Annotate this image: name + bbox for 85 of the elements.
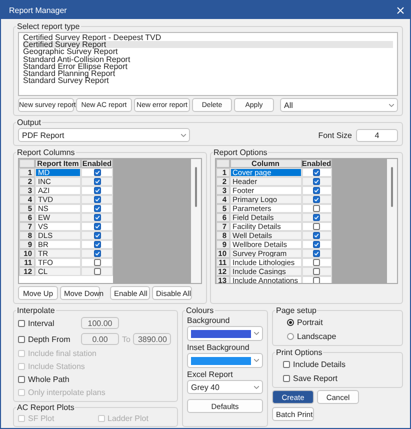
list-item[interactable]: Standard Planning Report [23, 70, 393, 78]
checkbox[interactable] [94, 259, 100, 266]
font-size-label: Font Size [318, 130, 352, 140]
checkbox[interactable] [18, 320, 25, 326]
checkbox-label: Only interpolate plans [28, 388, 106, 397]
output-dropdown[interactable]: PDF Report [18, 128, 190, 142]
group-label: Print Options [275, 348, 324, 357]
checkbox[interactable] [94, 187, 100, 194]
close-icon[interactable] [397, 6, 404, 14]
checkbox-label: Include Stations [28, 362, 85, 371]
checkbox[interactable] [94, 169, 100, 176]
radio-label: Portrait [297, 318, 323, 326]
checkbox-label: Save Report [293, 374, 338, 382]
group-label: Report Options [212, 148, 268, 157]
checkbox[interactable] [18, 376, 25, 383]
list-item[interactable]: Standard Anti-Collision Report [23, 56, 393, 63]
list-item[interactable]: Standard Survey Report [23, 77, 393, 84]
field-label: Excel Report [187, 370, 234, 379]
checkbox[interactable] [313, 232, 320, 239]
group-label: Report Columns [16, 148, 76, 157]
group-label: Interpolate [16, 306, 56, 315]
checkbox[interactable] [313, 169, 320, 176]
caret-icon [181, 134, 186, 136]
checkbox[interactable] [94, 205, 100, 212]
checkbox[interactable] [313, 241, 320, 248]
group-label: Output [16, 118, 42, 127]
checkbox[interactable] [94, 178, 100, 185]
interval-field[interactable]: 100.00 [81, 317, 119, 329]
window-title: Report Manager [9, 6, 67, 14]
list-item[interactable]: Certified Survey Report [23, 41, 393, 48]
radio-button[interactable] [287, 318, 294, 326]
caret-icon [254, 359, 259, 362]
checkbox[interactable] [313, 250, 320, 257]
checkbox-label: Interval [28, 318, 54, 328]
colour-dropdown[interactable] [187, 326, 263, 341]
checkbox[interactable] [313, 223, 320, 230]
checkbox[interactable] [313, 196, 320, 203]
scrollbar[interactable] [387, 159, 397, 283]
checkbox[interactable] [94, 196, 100, 203]
scrollbar[interactable] [190, 159, 200, 283]
checkbox[interactable] [94, 241, 100, 248]
font-size-field[interactable]: 4 [356, 128, 398, 142]
depth-from-field[interactable]: 0.00 [81, 333, 119, 345]
checkbox-label: Include Details [293, 360, 346, 368]
checkbox-label: Depth From [28, 334, 70, 344]
caret-icon [389, 104, 394, 106]
checkbox-label: Ladder Plot [108, 414, 148, 422]
checkbox[interactable] [94, 232, 100, 239]
field-label: Inset Background [187, 343, 250, 352]
checkbox[interactable] [313, 214, 320, 221]
checkbox-label: SF Plot [28, 414, 54, 422]
to-label: To [122, 334, 130, 344]
checkbox[interactable] [313, 187, 320, 194]
checkbox-label: Whole Path [28, 375, 70, 384]
checkbox[interactable] [313, 205, 320, 212]
group-label: Colours [185, 306, 215, 315]
group-label: AC Report Plots [16, 403, 76, 412]
grid-corner [19, 159, 35, 168]
checkbox[interactable] [94, 268, 100, 275]
checkbox[interactable] [313, 268, 320, 275]
checkbox[interactable] [313, 277, 320, 283]
checkbox-label: Include final station [28, 349, 96, 358]
group-label: Select report type [16, 22, 81, 31]
radio-label: Landscape [297, 332, 336, 340]
caret-icon [254, 332, 259, 335]
list-item[interactable]: Certified Survey Report - Deepest TVD [23, 34, 393, 42]
group-label: Page setup [275, 306, 318, 315]
colour-dropdown[interactable] [187, 353, 263, 368]
checkbox[interactable] [283, 360, 290, 368]
filter-dropdown[interactable]: All [280, 98, 398, 112]
radio-button[interactable] [287, 332, 294, 340]
excel-dropdown[interactable]: Grey 40 [187, 380, 263, 394]
list-item[interactable]: Standard Error Ellipse Report [23, 62, 393, 70]
checkbox[interactable] [18, 336, 25, 342]
field-label: Background [187, 316, 231, 325]
caret-icon [254, 386, 259, 388]
checkbox[interactable] [313, 178, 320, 185]
checkbox[interactable] [283, 374, 290, 382]
checkbox[interactable] [94, 214, 100, 221]
checkbox[interactable] [94, 223, 100, 230]
depth-to-field[interactable]: 3890.00 [133, 333, 172, 345]
checkbox[interactable] [313, 259, 320, 266]
grid-corner [216, 159, 230, 168]
checkbox[interactable] [94, 250, 100, 257]
list-item[interactable]: Geographic Survey Report [23, 48, 393, 56]
